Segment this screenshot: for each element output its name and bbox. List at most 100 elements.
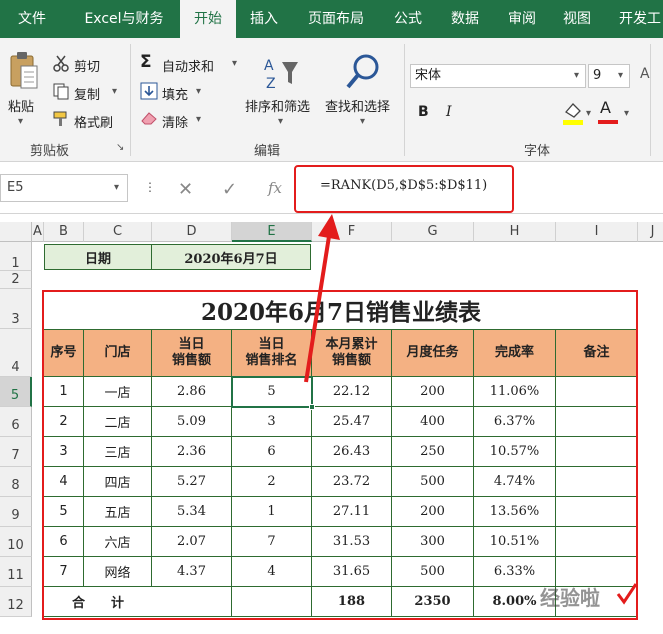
font-name-field[interactable]: 宋体 (410, 64, 586, 88)
table-cell-day-sales[interactable]: 2.07 (152, 527, 232, 557)
row-header[interactable]: 11 (0, 557, 32, 587)
column-header[interactable]: F (312, 222, 392, 242)
formula-input[interactable]: =RANK(D5,$D$5:$D$11) (320, 178, 487, 193)
table-cell-month-task[interactable]: 250 (392, 437, 474, 467)
italic-button[interactable]: I (446, 104, 452, 120)
tab-formulas[interactable]: 公式 (382, 0, 434, 38)
table-cell-store[interactable]: 二店 (84, 407, 152, 437)
total-task-cell[interactable]: 2350 (392, 587, 474, 617)
table-cell-seq[interactable]: 7 (44, 557, 84, 587)
table-cell-rate[interactable]: 11.06% (474, 377, 556, 407)
table-cell-seq[interactable]: 3 (44, 437, 84, 467)
copy-button[interactable]: 复制 (74, 84, 100, 103)
date-value-cell[interactable]: 2020年6月7日 (151, 244, 311, 270)
column-header[interactable]: B (44, 222, 84, 242)
table-cell-day-rank[interactable]: 6 (232, 437, 312, 467)
header-month-task[interactable]: 月度任务 (392, 330, 474, 377)
table-cell-month-sales[interactable]: 31.65 (312, 557, 392, 587)
name-box-chevron-icon[interactable]: ▾ (114, 182, 119, 193)
tab-excel-finance[interactable]: Excel与财务 (72, 0, 176, 38)
header-rate[interactable]: 完成率 (474, 330, 556, 377)
total-month-sales-cell[interactable]: 188 (312, 587, 392, 617)
row-header[interactable]: 3 (0, 289, 32, 329)
fill-chevron-icon[interactable]: ▾ (196, 86, 201, 97)
table-cell-month-sales[interactable]: 25.47 (312, 407, 392, 437)
column-header[interactable]: H (474, 222, 556, 242)
row-header-selected[interactable]: 5 (0, 377, 32, 407)
header-day-sales[interactable]: 当日 销售额 (152, 330, 232, 377)
table-cell-day-sales[interactable]: 5.34 (152, 497, 232, 527)
cancel-icon[interactable]: ✕ (178, 179, 193, 200)
row-header[interactable]: 10 (0, 527, 32, 557)
bold-button[interactable]: B (418, 104, 429, 120)
table-cell-day-rank[interactable]: 3 (232, 407, 312, 437)
table-cell-note[interactable] (556, 497, 638, 527)
row-header[interactable]: 12 (0, 587, 32, 617)
total-cell[interactable] (232, 587, 312, 617)
font-color-chevron-icon[interactable]: ▾ (624, 108, 629, 119)
date-label-cell[interactable]: 日期 (44, 244, 152, 270)
worksheet-grid[interactable]: A B C D E F G H I J 1 2 3 4 5 6 7 8 9 10… (0, 214, 663, 634)
row-header[interactable]: 1 (0, 242, 32, 271)
header-store[interactable]: 门店 (84, 330, 152, 377)
sort-filter-chevron-icon[interactable]: ▾ (278, 116, 283, 127)
table-cell-month-task[interactable]: 400 (392, 407, 474, 437)
paste-button[interactable]: 粘贴 (8, 96, 34, 115)
tab-page-layout[interactable]: 页面布局 (294, 0, 378, 38)
fill-handle[interactable] (309, 404, 315, 410)
table-cell-month-task[interactable]: 300 (392, 527, 474, 557)
table-cell-store[interactable]: 三店 (84, 437, 152, 467)
clipboard-launcher-icon[interactable]: ↘ (116, 142, 124, 153)
tab-home[interactable]: 开始 (180, 0, 236, 38)
tab-review[interactable]: 审阅 (496, 0, 548, 38)
font-size-field[interactable]: 9 (588, 64, 630, 88)
table-cell-month-sales[interactable]: 26.43 (312, 437, 392, 467)
table-cell-seq[interactable]: 1 (44, 377, 84, 407)
row-header[interactable]: 7 (0, 437, 32, 467)
row-header[interactable]: 9 (0, 497, 32, 527)
column-header[interactable]: A (32, 222, 44, 242)
table-cell-seq[interactable]: 6 (44, 527, 84, 557)
table-cell-day-sales[interactable]: 5.27 (152, 467, 232, 497)
table-cell-note[interactable] (556, 527, 638, 557)
table-cell-rate[interactable]: 10.51% (474, 527, 556, 557)
table-cell-day-sales[interactable]: 5.09 (152, 407, 232, 437)
tab-view[interactable]: 视图 (552, 0, 602, 38)
select-all-corner[interactable] (0, 222, 32, 242)
table-cell-store[interactable]: 一店 (84, 377, 152, 407)
row-header[interactable]: 6 (0, 407, 32, 437)
table-cell-rate[interactable]: 10.57% (474, 437, 556, 467)
table-cell-store[interactable]: 四店 (84, 467, 152, 497)
row-header[interactable]: 8 (0, 467, 32, 497)
table-cell-month-task[interactable]: 200 (392, 377, 474, 407)
table-cell-rate[interactable]: 13.56% (474, 497, 556, 527)
header-day-rank[interactable]: 当日 销售排名 (232, 330, 312, 377)
insert-function-button[interactable]: fx (268, 179, 282, 197)
table-cell-note[interactable] (556, 467, 638, 497)
tab-file[interactable]: 文件 (6, 0, 58, 38)
table-cell-seq[interactable]: 2 (44, 407, 84, 437)
table-cell-day-rank[interactable]: 4 (232, 557, 312, 587)
table-cell-store[interactable]: 六店 (84, 527, 152, 557)
table-cell-day-sales[interactable]: 2.86 (152, 377, 232, 407)
column-header[interactable]: J (638, 222, 663, 242)
autosum-button[interactable]: 自动求和 (162, 56, 214, 75)
fill-color-chevron-icon[interactable]: ▾ (586, 108, 591, 119)
table-cell-day-sales[interactable]: 2.36 (152, 437, 232, 467)
table-cell-month-sales[interactable]: 23.72 (312, 467, 392, 497)
paste-icon[interactable] (8, 50, 40, 94)
sort-filter-button[interactable]: 排序和筛选 (245, 96, 310, 115)
font-name-chevron-icon[interactable]: ▾ (574, 70, 579, 81)
copy-chevron-icon[interactable]: ▾ (112, 86, 117, 97)
table-cell-month-sales[interactable]: 27.11 (312, 497, 392, 527)
table-cell-seq[interactable]: 5 (44, 497, 84, 527)
enter-icon[interactable]: ✓ (222, 179, 237, 200)
table-cell-month-sales[interactable]: 31.53 (312, 527, 392, 557)
clear-button[interactable]: 清除 (162, 112, 188, 131)
find-select-button[interactable]: 查找和选择 (325, 96, 390, 115)
column-header[interactable]: C (84, 222, 152, 242)
table-cell-store[interactable]: 五店 (84, 497, 152, 527)
row-header[interactable]: 2 (0, 271, 32, 289)
table-cell-month-task[interactable]: 500 (392, 557, 474, 587)
table-cell-month-sales[interactable]: 22.12 (312, 377, 392, 407)
